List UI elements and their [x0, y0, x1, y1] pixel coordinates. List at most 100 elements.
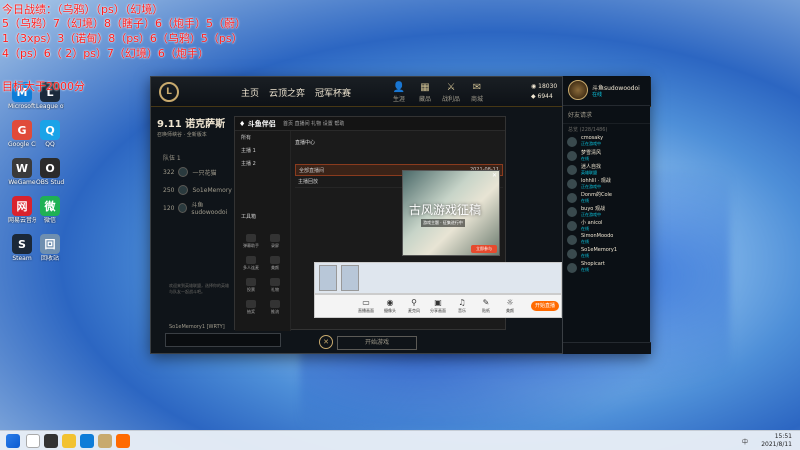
tool-button[interactable]: 投票 [240, 278, 262, 298]
friend-item[interactable]: 小 anicol 在线 [563, 219, 650, 233]
desktop-icon[interactable]: 回回收站 [36, 234, 64, 262]
friend-name: lohhlil · 观战 [581, 178, 611, 184]
sidebar-item[interactable]: 工具箱 [235, 210, 290, 223]
desktop-icon-label: Microsoft Edge [8, 103, 36, 110]
avatar [567, 221, 577, 231]
friend-item[interactable]: So1eMemory1 在线 [563, 247, 650, 261]
friend-name: 迷人自找 [581, 164, 602, 170]
nav-home[interactable]: 主页 [241, 86, 259, 99]
friend-item[interactable]: 迷人自找 英雄联盟 [563, 163, 650, 177]
friend-status: 在线 [581, 267, 589, 272]
desktop-icons: MMicrosoft EdgeLLeague of LegendsGGoogle… [0, 0, 120, 430]
friend-item[interactable]: cmosaky 正在游戏中 [563, 135, 650, 149]
desktop-icon[interactable]: GGoogle Chrome [8, 120, 36, 148]
nav-tft[interactable]: 云顶之弈 [269, 86, 305, 99]
ad-subtitle: 游戏主题 · 征集进行中 [421, 219, 465, 227]
stream-tool-button[interactable]: ☼ 美颜 [499, 298, 521, 314]
desktop-icon-label: Steam [12, 255, 32, 262]
file-explorer-icon[interactable] [62, 434, 76, 448]
tool-icon [246, 234, 256, 242]
friend-item[interactable]: SimonMoodo 在线 [563, 233, 650, 247]
tool-button[interactable]: 弹幕助手 [240, 234, 262, 254]
friend-item[interactable]: Shopicart 在线 [563, 261, 650, 275]
collection-icon-button[interactable]: ▦ 藏品 [413, 82, 437, 103]
friends-title[interactable]: 好友请求 [563, 106, 650, 124]
douyu-icon[interactable] [116, 434, 130, 448]
desktop-icon-label: WeGame [8, 179, 36, 186]
friend-status: 正在游戏中 [581, 184, 601, 189]
clock[interactable]: 15:51 2021/8/11 [761, 433, 792, 449]
ad-button[interactable]: 立即参与 [471, 245, 497, 253]
tool-button[interactable]: 美颜 [264, 256, 286, 276]
ad-banner[interactable]: ✕ 古风游戏征稿 游戏主题 · 征集进行中 立即参与 [402, 170, 500, 256]
desktop-icon[interactable]: 网网易云音乐 [8, 196, 36, 224]
stream-tool-button[interactable]: ✎ 贴纸 [475, 298, 497, 314]
thumbnail[interactable] [341, 265, 359, 291]
tool-icon [246, 256, 256, 264]
tool-button[interactable]: 礼物 [264, 278, 286, 298]
sidebar-item[interactable]: 主播 1 [235, 144, 290, 157]
friends-group-header[interactable]: 总览 (228/1486) [563, 124, 650, 135]
friend-status: 正在游戏中 [581, 212, 601, 217]
friend-name: 小 anicol [581, 220, 603, 226]
stream-tool-button[interactable]: ◉ 摄像头 [379, 298, 401, 314]
tool-button[interactable]: 多人连麦 [240, 256, 262, 276]
friend-item[interactable]: Donm的Cole 在线 [563, 191, 650, 205]
desktop-icon-label: 微信 [43, 217, 56, 224]
desktop-icon[interactable]: W WeGame [8, 158, 36, 186]
tool-button[interactable]: 录屏 [264, 234, 286, 254]
friend-item[interactable]: 梦雪清风 在线 [563, 149, 650, 163]
play-button[interactable]: 开始游戏 [337, 336, 417, 350]
store-icon-button[interactable]: ✉ 商城 [465, 82, 489, 103]
app-icon: 网 [12, 196, 32, 216]
search-icon[interactable] [26, 434, 40, 448]
stream-tool-button[interactable]: ♫ 音乐 [451, 298, 473, 314]
desktop-icon[interactable]: S Steam [8, 234, 36, 262]
stream-tool-button[interactable]: ▣ 分享画面 [427, 298, 449, 314]
tool-button[interactable]: 推流 [264, 300, 286, 320]
player-row[interactable]: 120 斗鱼sudowoodoi [163, 201, 233, 216]
tool-grid: 弹幕助手 录屏 多人连麦 美颜 投票 礼物 抽奖 推流 [239, 233, 291, 321]
tool-icon: ▣ [434, 298, 442, 307]
app-icon: W [12, 158, 32, 178]
stream-tool-button[interactable]: ▭ 直播画面 [355, 298, 377, 314]
companion-tabs[interactable]: 首页 直播间 礼物 设置 帮助 [283, 120, 344, 127]
profile-header[interactable]: 斗鱼sudowoodoi 在线 [563, 76, 650, 106]
desktop-icon[interactable]: 微微信 [36, 196, 64, 224]
sidebar-item[interactable]: 所有 [235, 131, 290, 144]
player-row[interactable]: 250 So1eMemory [163, 183, 233, 197]
tool-icon [270, 278, 280, 286]
edge-icon[interactable] [80, 434, 94, 448]
avatar [567, 249, 577, 259]
tool-icon [246, 300, 256, 308]
player-row[interactable]: 322 一只花猫 [163, 165, 233, 179]
league-icon[interactable] [98, 434, 112, 448]
stream-tool-button[interactable]: ⚲ 麦克风 [403, 298, 425, 314]
close-icon[interactable]: ✕ [319, 335, 333, 349]
start-icon[interactable] [6, 434, 20, 448]
task-view-icon[interactable] [44, 434, 58, 448]
loot-icon-button[interactable]: ⚔ 战利品 [439, 82, 463, 103]
friend-item[interactable]: buyo 观战 正在游戏中 [563, 205, 650, 219]
nav-cup[interactable]: 冠军杯赛 [315, 86, 351, 99]
desktop-icon[interactable]: Q QQ [36, 120, 64, 148]
scene-thumbnails [314, 262, 562, 294]
profile-status: 在线 [592, 92, 603, 98]
desktop-icon[interactable]: OOBS Studio [36, 158, 64, 186]
tool-button[interactable]: 抽奖 [240, 300, 262, 320]
tool-icon: ☼ [506, 298, 514, 307]
avatar [567, 137, 577, 147]
tool-icon: ▭ [362, 298, 370, 307]
thumbnail[interactable] [319, 265, 337, 291]
friend-status: 英雄联盟 [581, 170, 597, 175]
input-method-indicator[interactable]: 中 [742, 437, 748, 446]
league-logo-icon[interactable]: L [159, 82, 179, 102]
app-icon: 微 [40, 196, 60, 216]
chat-input[interactable] [165, 333, 281, 347]
app-icon: O [40, 158, 60, 178]
start-live-button[interactable]: 开始直播 [531, 301, 559, 311]
friend-item[interactable]: lohhlil · 观战 正在游戏中 [563, 177, 650, 191]
sidebar-item[interactable]: 主播 2 [235, 157, 290, 170]
profile-icon-button[interactable]: 👤 生涯 [387, 82, 411, 103]
close-icon[interactable]: ✕ [492, 172, 497, 179]
